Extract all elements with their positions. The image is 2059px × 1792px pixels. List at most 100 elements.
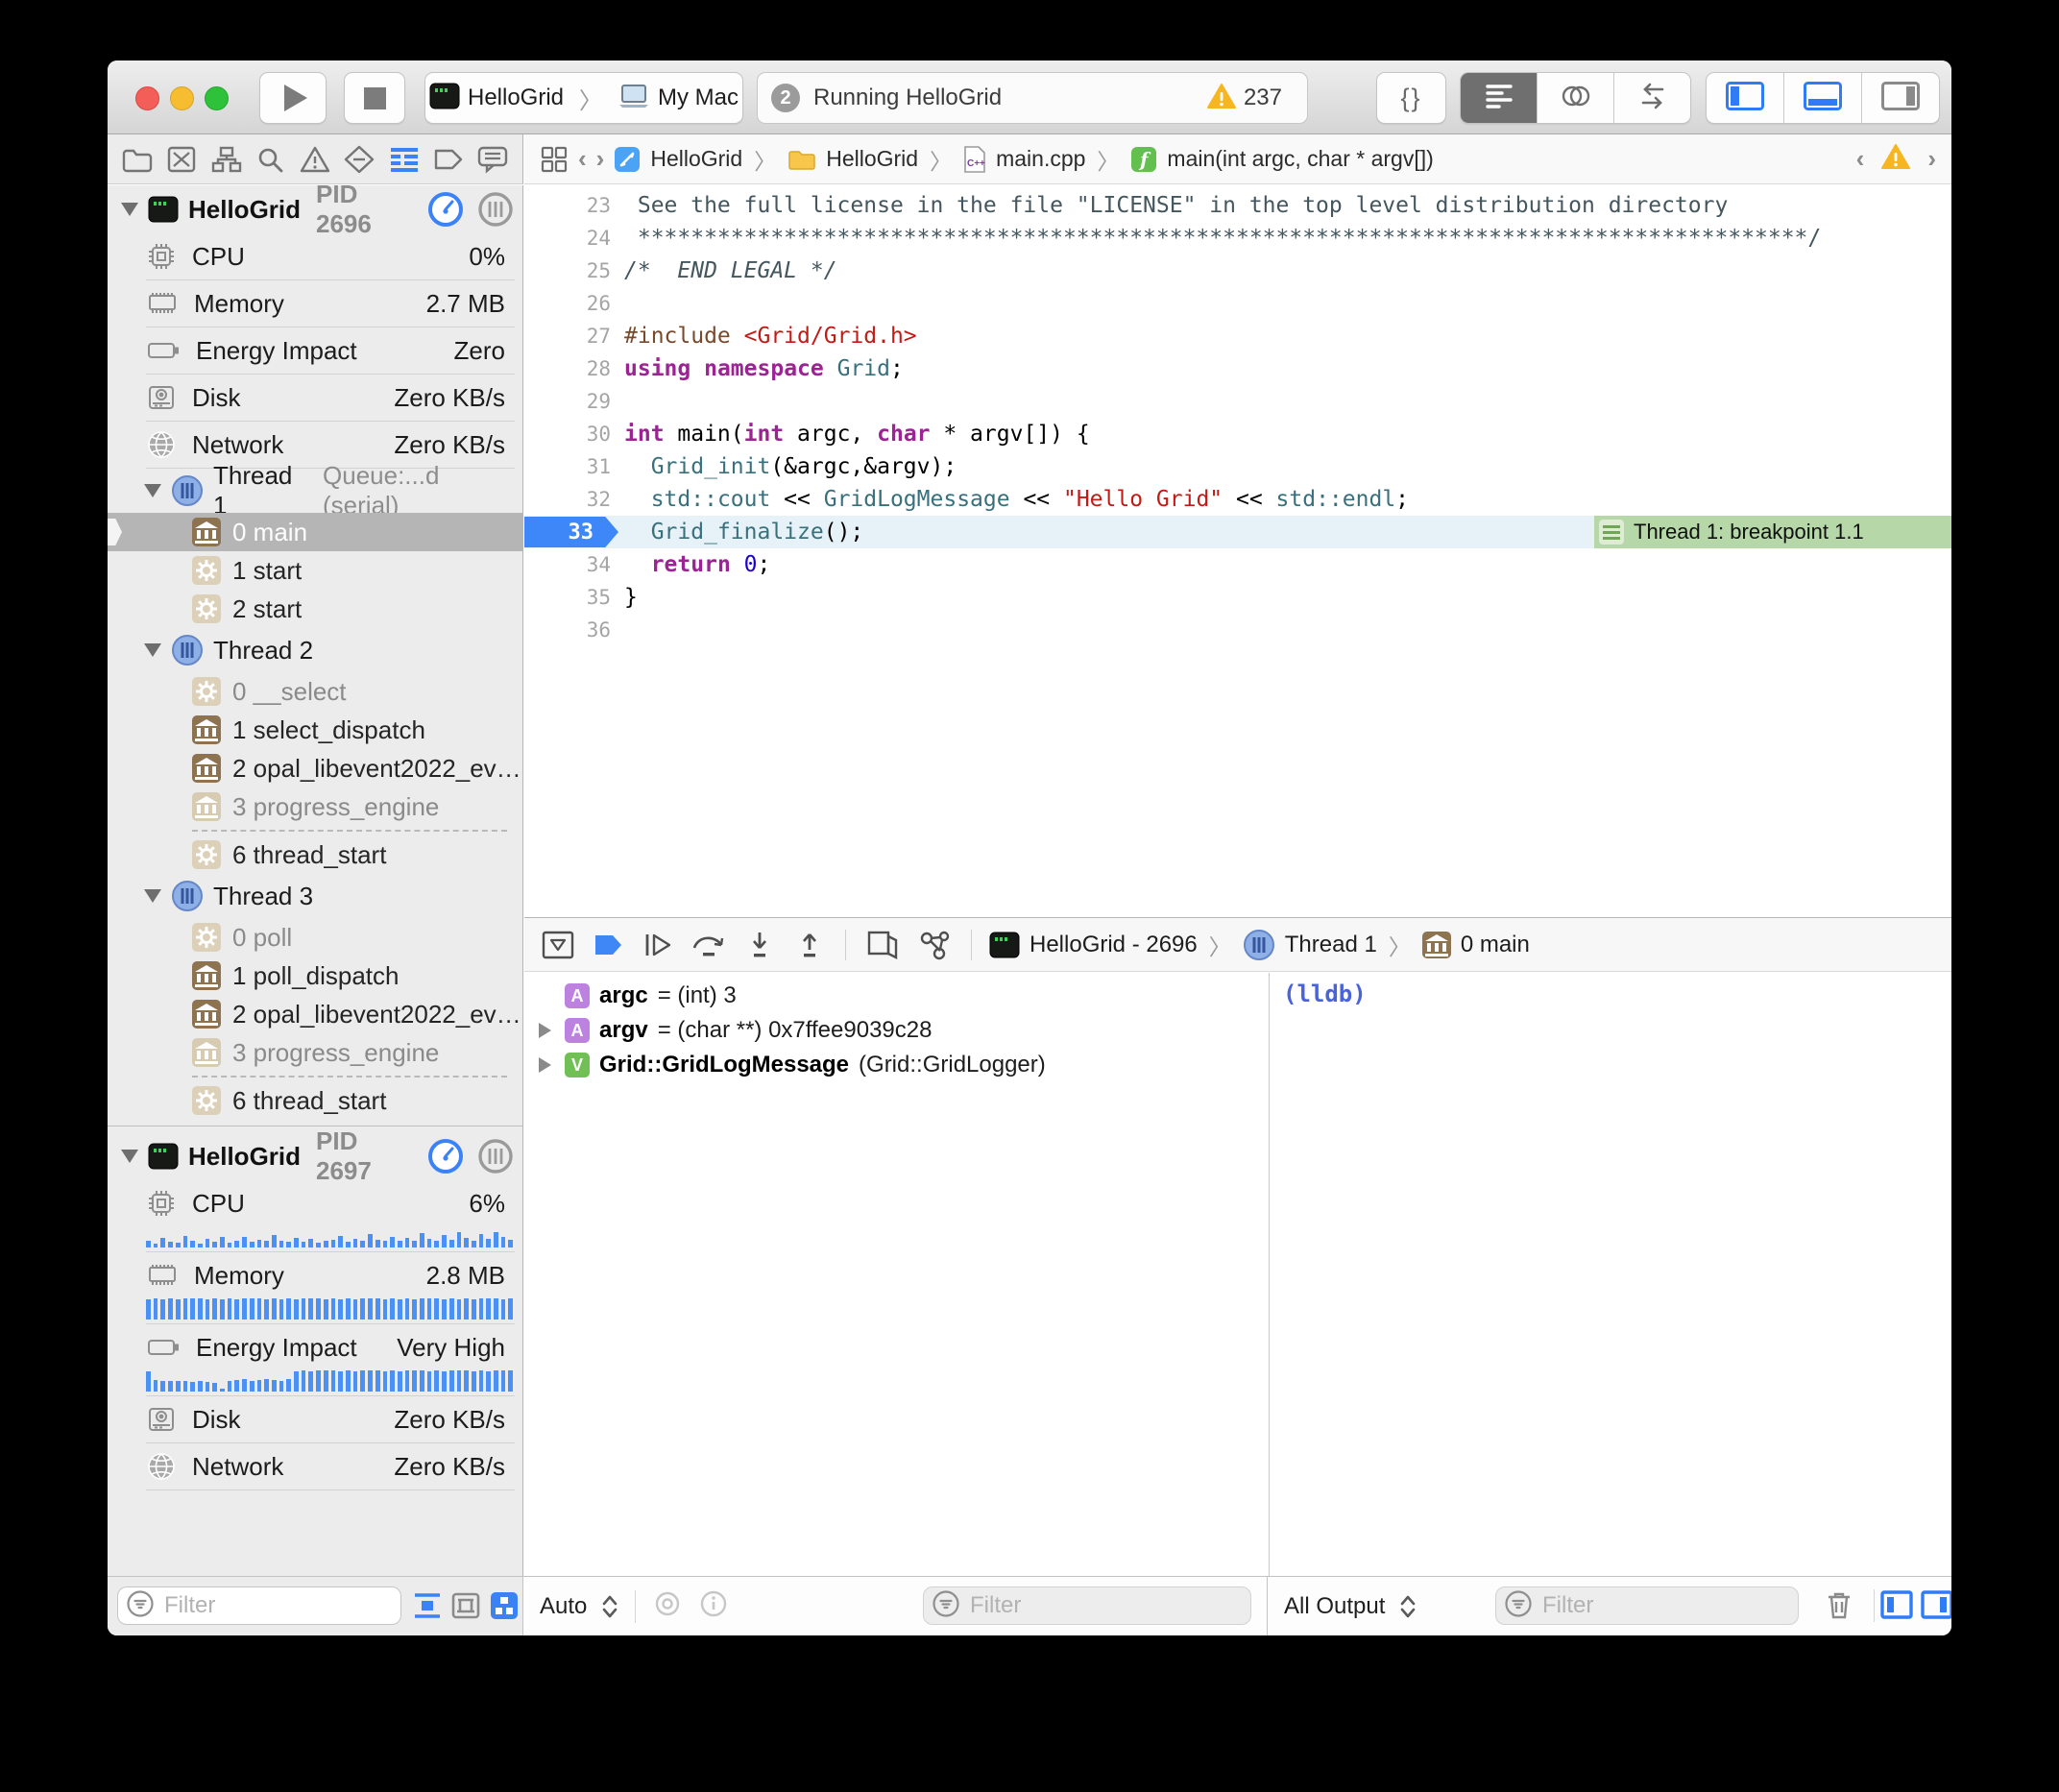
- gauge-button[interactable]: [428, 192, 463, 227]
- minimize-window-button[interactable]: [170, 86, 194, 110]
- step-out-button[interactable]: [791, 929, 828, 961]
- stack-frame-row[interactable]: 0 poll: [108, 918, 522, 957]
- line-number[interactable]: 29: [524, 390, 611, 413]
- breakpoints-toggle-button[interactable]: [590, 929, 626, 961]
- updown-chevrons-icon[interactable]: [600, 1594, 619, 1619]
- line-number[interactable]: 23: [524, 194, 611, 217]
- stack-frame-row[interactable]: 0 main: [108, 513, 522, 551]
- tab-source-control[interactable]: [165, 145, 198, 174]
- info-icon[interactable]: [699, 1589, 728, 1623]
- tab-test-navigator[interactable]: [343, 145, 375, 174]
- source-editor[interactable]: 23 See the full license in the file "LIC…: [524, 185, 1951, 917]
- code-line[interactable]: 27#include <Grid/Grid.h>: [524, 320, 1951, 352]
- line-number[interactable]: 32: [524, 488, 611, 511]
- jump-back-button[interactable]: ‹: [578, 144, 587, 174]
- code-line[interactable]: 36: [524, 614, 1951, 646]
- breadcrumb-item[interactable]: HelloGrid: [826, 146, 918, 172]
- metric-row[interactable]: Energy ImpactZero: [108, 327, 522, 374]
- stack-frame-row[interactable]: 2 start: [108, 590, 522, 628]
- thread-row[interactable]: Thread 1Queue:...d (serial): [108, 469, 522, 513]
- variables-filter-field[interactable]: [923, 1586, 1251, 1625]
- metric-row[interactable]: CPU6%: [108, 1180, 522, 1226]
- stack-frame-row[interactable]: 1 select_dispatch: [108, 711, 522, 749]
- tab-find-navigator[interactable]: [254, 145, 287, 174]
- stack-frame-row[interactable]: 6 thread_start: [108, 835, 522, 874]
- metric-row[interactable]: DiskZero KB/s: [108, 375, 522, 421]
- stack-frame-row[interactable]: 2 opal_libevent2022_ev…: [108, 749, 522, 787]
- assistant-editor-button[interactable]: [1538, 73, 1614, 123]
- code-line[interactable]: 24 *************************************…: [524, 222, 1951, 254]
- run-button[interactable]: [259, 72, 327, 124]
- code-line[interactable]: 35}: [524, 581, 1951, 614]
- variables-pane-toggle-icon[interactable]: [1879, 1589, 1914, 1625]
- stack-frames-icon[interactable]: [449, 1589, 482, 1627]
- quicklook-icon[interactable]: [651, 1589, 684, 1623]
- code-line[interactable]: 29: [524, 385, 1951, 418]
- code-line[interactable]: 34 return 0;: [524, 548, 1951, 581]
- variables-scope-select[interactable]: Auto: [540, 1593, 587, 1620]
- version-editor-button[interactable]: [1614, 73, 1690, 123]
- disclosure-triangle[interactable]: [534, 1057, 555, 1073]
- line-number[interactable]: 35: [524, 586, 611, 609]
- warning-count[interactable]: 237: [1244, 85, 1282, 111]
- disclosure-triangle[interactable]: [534, 1023, 555, 1038]
- related-items-icon[interactable]: [540, 145, 569, 174]
- line-number[interactable]: 36: [524, 618, 611, 642]
- toggle-navigator-button[interactable]: [1707, 73, 1784, 123]
- view-mode-icon[interactable]: [488, 1589, 521, 1627]
- disclosure-triangle[interactable]: [144, 643, 161, 657]
- line-number[interactable]: 31: [524, 455, 611, 478]
- step-into-button[interactable]: [741, 929, 778, 961]
- standard-editor-button[interactable]: [1461, 73, 1538, 123]
- breakpoint-annotation[interactable]: Thread 1: breakpoint 1.1: [1594, 516, 1951, 548]
- navigator-filter-field[interactable]: [117, 1586, 401, 1625]
- debug-view-hierarchy-button[interactable]: [863, 929, 902, 961]
- tab-debug-navigator[interactable]: [388, 145, 421, 174]
- disclosure-triangle[interactable]: [144, 484, 161, 497]
- jump-forward-button[interactable]: ›: [596, 144, 605, 174]
- debug-memory-graph-button[interactable]: [915, 929, 954, 961]
- navigator-filter-input[interactable]: [162, 1591, 364, 1620]
- disclosure-triangle[interactable]: [144, 889, 161, 903]
- threads-view-button[interactable]: [478, 192, 513, 227]
- code-line[interactable]: 26: [524, 287, 1951, 320]
- console-scope-select[interactable]: All Output: [1284, 1593, 1385, 1620]
- stack-frame-row[interactable]: 3 progress_engine: [108, 1033, 522, 1072]
- metric-row[interactable]: Memory2.7 MB: [108, 280, 522, 327]
- breadcrumb-item[interactable]: main(int argc, char * argv[]): [1167, 146, 1433, 172]
- tab-breakpoint-navigator[interactable]: [432, 145, 465, 174]
- stack-frame-row[interactable]: 2 opal_libevent2022_ev…: [108, 995, 522, 1033]
- debug-crumb-thread[interactable]: Thread 1: [1285, 932, 1377, 958]
- line-number[interactable]: 25: [524, 259, 611, 282]
- code-line[interactable]: 32 std::cout << GridLogMessage << "Hello…: [524, 483, 1951, 516]
- activity-status-bar[interactable]: 2 Running HelloGrid 237: [757, 72, 1308, 124]
- console-filter-field[interactable]: [1495, 1586, 1799, 1625]
- line-number[interactable]: 24: [524, 227, 611, 250]
- zoom-window-button[interactable]: [205, 86, 229, 110]
- metric-row[interactable]: CPU0%: [108, 233, 522, 279]
- process-row[interactable]: HelloGridPID 2696: [108, 185, 522, 233]
- metric-row[interactable]: NetworkZero KB/s: [108, 1443, 522, 1489]
- clear-console-icon[interactable]: [1823, 1589, 1855, 1627]
- scheme-selector[interactable]: HelloGrid 〉 My Mac: [424, 72, 743, 124]
- stack-frame-row[interactable]: 3 progress_engine: [108, 787, 522, 826]
- line-number[interactable]: 30: [524, 423, 611, 446]
- variables-filter-input[interactable]: [968, 1591, 1200, 1620]
- console-filter-input[interactable]: [1540, 1591, 1756, 1620]
- stack-frame-row[interactable]: 1 start: [108, 551, 522, 590]
- code-line[interactable]: 28using namespace Grid;: [524, 352, 1951, 385]
- stack-frame-row[interactable]: 6 thread_start: [108, 1081, 522, 1120]
- code-line[interactable]: 31 Grid_init(&argc,&argv);: [524, 450, 1951, 483]
- code-review-button[interactable]: {}: [1376, 72, 1446, 124]
- stack-frame-row[interactable]: 0 __select: [108, 672, 522, 711]
- debug-crumb-frame[interactable]: 0 main: [1461, 932, 1530, 958]
- toggle-debug-area-button[interactable]: [1784, 73, 1862, 123]
- updown-chevrons-icon[interactable]: [1398, 1594, 1417, 1619]
- console-pane-toggle-icon[interactable]: [1920, 1589, 1951, 1625]
- thread-row[interactable]: Thread 2: [108, 628, 522, 672]
- line-number[interactable]: 26: [524, 292, 611, 315]
- code-line[interactable]: 30int main(int argc, char * argv[]) {: [524, 418, 1951, 450]
- metric-row[interactable]: DiskZero KB/s: [108, 1396, 522, 1442]
- line-number[interactable]: 27: [524, 325, 611, 348]
- hide-debug-area-button[interactable]: [540, 929, 576, 961]
